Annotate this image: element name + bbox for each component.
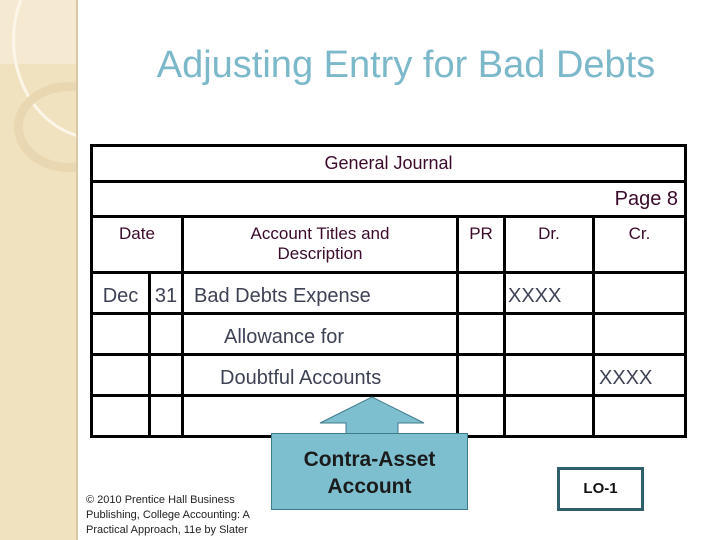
journal-row: Allowance for <box>90 312 687 356</box>
learning-objective-badge: LO-1 <box>557 467 644 511</box>
journal-row: Dec 31 Bad Debts Expense XXXX <box>90 271 687 315</box>
callout-line-2: Account <box>327 475 412 498</box>
column-header-credit: Cr. <box>592 215 687 274</box>
row-pr <box>456 353 506 397</box>
row-debit <box>503 394 595 438</box>
row-month <box>90 394 151 438</box>
journal-heading: General Journal <box>90 144 687 183</box>
row-debit: XXXX <box>503 271 595 315</box>
column-header-date: Date <box>90 215 184 274</box>
decorative-sidebar <box>0 0 78 540</box>
row-day: 31 <box>148 271 184 315</box>
row-month <box>90 353 151 397</box>
row-day <box>148 353 184 397</box>
copyright-notice: © 2010 Prentice Hall Business Publishing… <box>86 494 250 536</box>
row-pr <box>456 394 506 438</box>
row-debit <box>503 353 595 397</box>
row-month: Dec <box>90 271 151 315</box>
column-header-account: Account Titles and Description <box>181 215 459 274</box>
row-day <box>148 394 184 438</box>
column-header-pr: PR <box>456 215 506 274</box>
journal-page-row: Page 8 <box>90 180 687 218</box>
general-journal-table: General Journal Page 8 Date Account Titl… <box>90 144 687 438</box>
journal-row: Doubtful Accounts XXXX <box>90 353 687 397</box>
contra-asset-callout: Contra-Asset Account <box>271 433 468 510</box>
row-debit <box>503 312 595 356</box>
column-header-row: Date Account Titles and Description PR D… <box>90 215 687 274</box>
arrow-up-icon <box>319 396 425 436</box>
page-number: Page 8 <box>90 180 687 218</box>
decorative-ring-icon <box>14 82 76 172</box>
row-day <box>148 312 184 356</box>
callout-line-1: Contra-Asset <box>303 448 436 471</box>
slide-title: Adjusting Entry for Bad Debts <box>156 44 656 86</box>
row-pr <box>456 312 506 356</box>
row-pr <box>456 271 506 315</box>
row-month <box>90 312 151 356</box>
row-account: Allowance for <box>181 312 459 356</box>
row-account: Doubtful Accounts <box>181 353 459 397</box>
row-credit <box>592 394 687 438</box>
journal-heading-row: General Journal <box>90 144 687 183</box>
column-header-debit: Dr. <box>503 215 595 274</box>
row-account: Bad Debts Expense <box>181 271 459 315</box>
row-credit: XXXX <box>592 353 687 397</box>
row-credit <box>592 312 687 356</box>
row-credit <box>592 271 687 315</box>
